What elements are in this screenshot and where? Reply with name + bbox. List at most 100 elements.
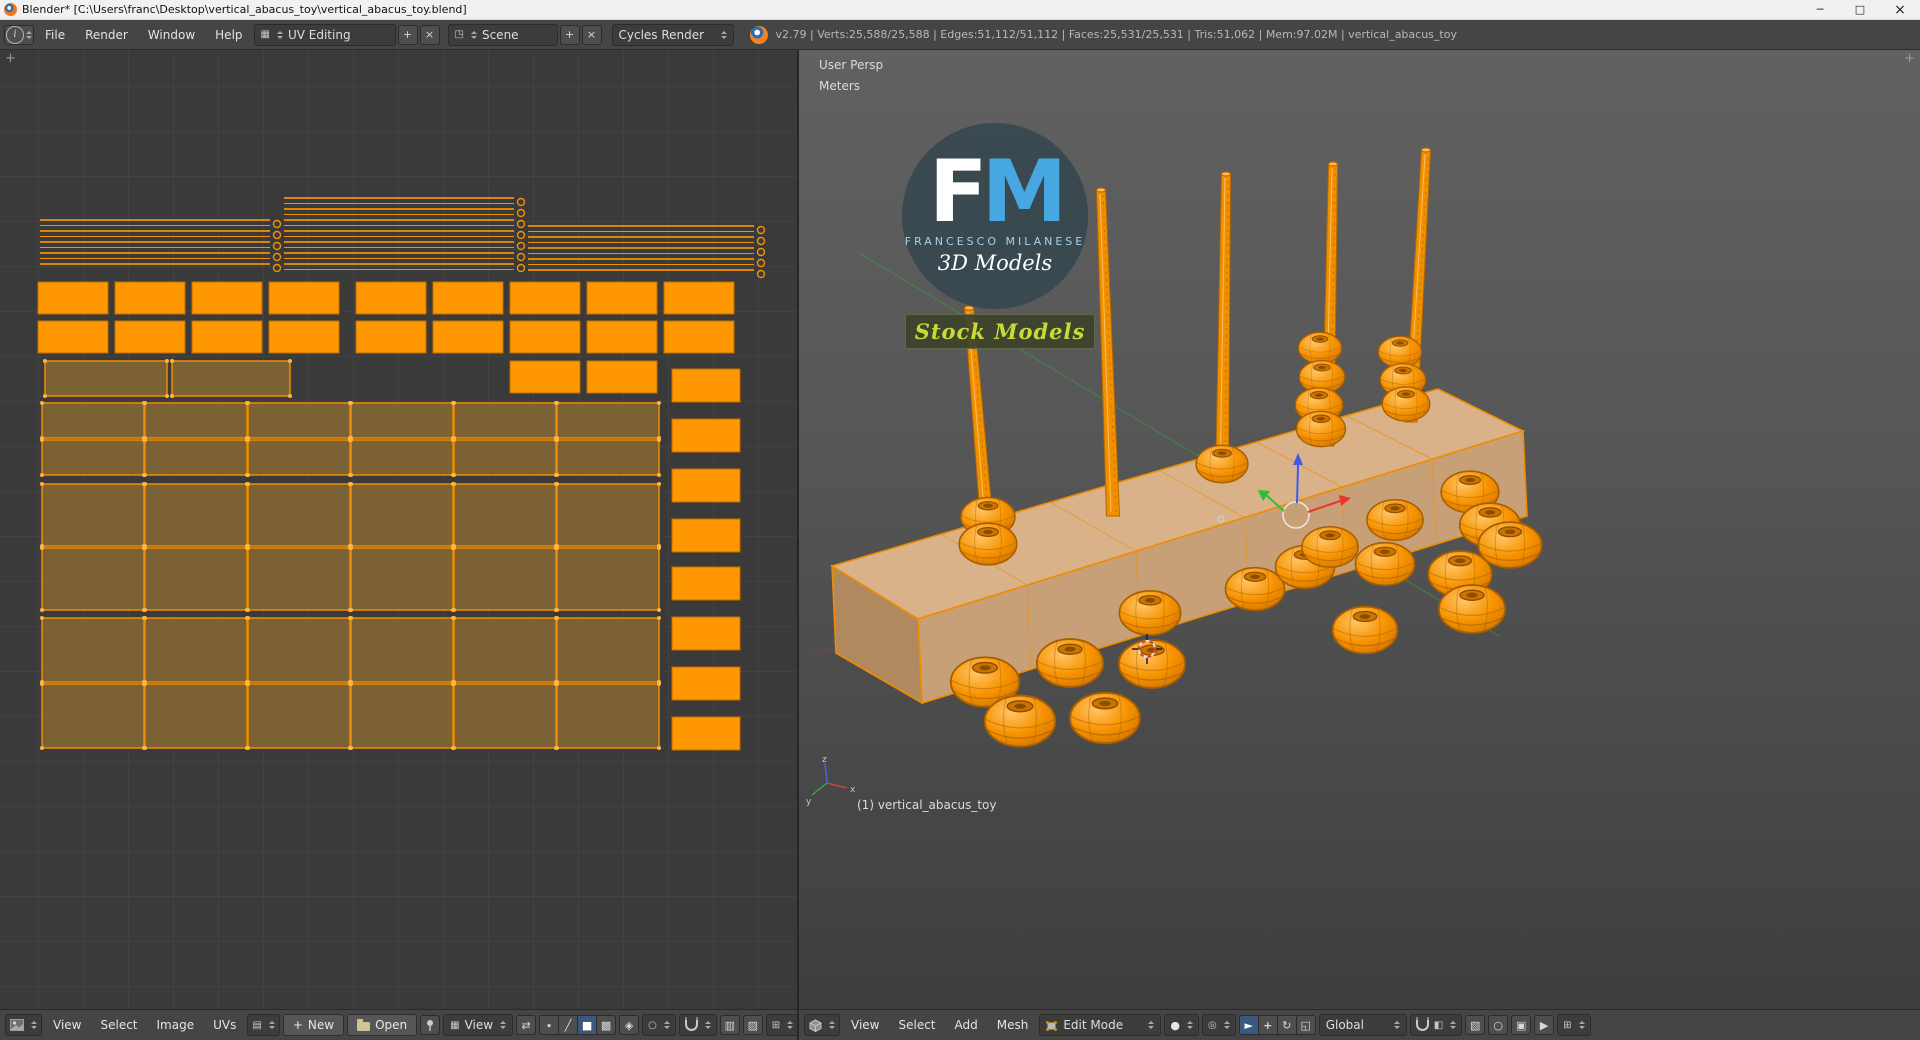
uv-sync-selection-button[interactable]: ⇄ xyxy=(516,1015,537,1035)
close-button[interactable]: × xyxy=(1880,0,1920,20)
snap-dropdown[interactable]: ◧ xyxy=(1409,1014,1463,1036)
window-titlebar: Blender* [C:\Users\franc\Desktop\vertica… xyxy=(0,0,1920,20)
image-open-button[interactable]: Open xyxy=(347,1014,418,1036)
dropdown-arrows-icon xyxy=(1450,1021,1457,1029)
mode-selector[interactable]: Edit Mode xyxy=(1039,1014,1162,1036)
uv-view-dropdown[interactable]: ▦ View xyxy=(443,1014,514,1036)
stock-models-banner: Stock Models xyxy=(905,314,1095,349)
blender-window: Blender* [C:\Users\franc\Desktop\vertica… xyxy=(0,0,1920,1040)
uv-canvas[interactable]: + xyxy=(0,50,797,1009)
logo-fm: F M xyxy=(929,149,1067,235)
menu-window[interactable]: Window xyxy=(139,25,204,45)
opengl-render-anim-button[interactable]: ▶ xyxy=(1534,1015,1555,1035)
dropdown-arrows-icon xyxy=(720,30,727,39)
orientation-selector[interactable]: Global xyxy=(1318,1014,1407,1036)
dropdown-arrows-icon xyxy=(704,1021,711,1029)
viewport-header: View Select Add Mesh Edit Mode ● ◎ ► + ↻… xyxy=(799,1009,1920,1040)
vp-menu-mesh[interactable]: Mesh xyxy=(989,1015,1037,1035)
snap-dropdown[interactable] xyxy=(678,1014,717,1036)
folder-icon xyxy=(357,1018,371,1031)
orientation-label: Global xyxy=(1325,1018,1364,1032)
screen-layout-selector[interactable]: ▦ UV Editing xyxy=(253,23,396,46)
delete-scene-button[interactable]: × xyxy=(581,24,602,45)
dropdown-arrows-icon xyxy=(787,1021,794,1029)
scene-name: Scene xyxy=(481,27,519,42)
uv-islands-graphic xyxy=(37,197,766,751)
magnet-icon xyxy=(684,1016,698,1031)
editor-divider[interactable] xyxy=(797,50,799,1040)
uv-select-mode-group: ∙ ╱ ■ ▩ xyxy=(539,1015,617,1035)
menu-help[interactable]: Help xyxy=(206,25,251,45)
browse-arrows-icon xyxy=(470,30,477,39)
uv-menu-uvs[interactable]: UVs xyxy=(205,1015,244,1035)
vp-menu-view[interactable]: View xyxy=(843,1015,887,1035)
edit-mode-icon xyxy=(1046,1021,1058,1031)
minimize-button[interactable]: ─ xyxy=(1800,0,1840,20)
window-title: Blender* [C:\Users\franc\Desktop\vertica… xyxy=(22,3,467,16)
vp-menu-add[interactable]: Add xyxy=(947,1015,986,1035)
proportional-edit-dropdown[interactable]: ○ xyxy=(642,1014,676,1036)
dropdown-arrows-icon xyxy=(26,30,32,39)
blender-app-icon xyxy=(4,3,17,16)
uv-view-label: View xyxy=(464,1018,494,1032)
display-mode-icon: ▦ xyxy=(450,1019,460,1031)
viewport-3d: User Persp Meters + F M FRANCESCO MILANE… xyxy=(799,50,1920,1040)
view3d-editor-icon xyxy=(809,1018,822,1032)
region-expand-icon[interactable]: + xyxy=(1904,52,1915,65)
solid-shading-icon: ● xyxy=(1170,1018,1180,1032)
viewport-options-dropdown[interactable]: ⊞ xyxy=(1557,1014,1591,1036)
uv-islands xyxy=(37,197,766,751)
uv-display-button-b[interactable]: ▨ xyxy=(742,1015,763,1035)
uv-options-dropdown[interactable]: ⊞ xyxy=(765,1014,800,1036)
editor-type-selector[interactable] xyxy=(5,1014,42,1036)
vertex-select-button[interactable]: ∙ xyxy=(539,1015,560,1035)
open-button-label: Open xyxy=(375,1018,408,1032)
axis-y-label: y xyxy=(806,797,812,807)
image-browse-dropdown[interactable]: ▤ xyxy=(247,1014,280,1036)
logo-subtitle: FRANCESCO MILANESE xyxy=(904,234,1086,248)
browse-arrows-icon xyxy=(276,30,283,39)
region-expand-icon[interactable]: + xyxy=(5,52,16,65)
add-layout-button[interactable]: + xyxy=(397,24,418,45)
dropdown-arrows-icon xyxy=(31,1021,37,1029)
grid-icon: ⊞ xyxy=(771,1019,781,1031)
uv-menu-image[interactable]: Image xyxy=(149,1015,203,1035)
vp-menu-select[interactable]: Select xyxy=(890,1015,943,1035)
delete-layout-button[interactable]: × xyxy=(419,24,440,45)
window-type-button[interactable]: i xyxy=(4,24,34,45)
dropdown-arrows-icon xyxy=(1148,1021,1155,1029)
scale-manipulator-button[interactable]: ◱ xyxy=(1295,1015,1316,1035)
translate-manipulator-button[interactable]: + xyxy=(1257,1015,1278,1035)
image-editor-icon xyxy=(10,1019,24,1031)
magnet-icon xyxy=(1415,1016,1429,1031)
menu-render[interactable]: Render xyxy=(76,25,137,45)
render-engine-selector[interactable]: Cycles Render xyxy=(611,23,734,46)
main-area: + View Select Image UVs ▤ + New Open ▦ V… xyxy=(0,50,1920,1040)
uv-menu-select[interactable]: Select xyxy=(92,1015,145,1035)
face-select-button[interactable]: ■ xyxy=(577,1015,598,1035)
view-name-overlay: User Persp xyxy=(819,58,884,72)
image-new-button[interactable]: + New xyxy=(282,1014,345,1036)
pivot-dropdown[interactable]: ◎ xyxy=(1201,1014,1236,1036)
proportional-edit-button[interactable]: ○ xyxy=(1488,1015,1509,1035)
uv-display-button-a[interactable]: ▥ xyxy=(719,1015,740,1035)
editor-type-selector[interactable] xyxy=(804,1014,840,1036)
manipulator-toggle-button[interactable]: ► xyxy=(1238,1015,1259,1035)
shading-dropdown[interactable]: ● xyxy=(1164,1014,1199,1036)
uv-menu-view[interactable]: View xyxy=(45,1015,89,1035)
add-scene-button[interactable]: + xyxy=(559,24,580,45)
edge-select-button[interactable]: ╱ xyxy=(558,1015,579,1035)
viewport-canvas[interactable]: User Persp Meters + F M FRANCESCO MILANE… xyxy=(799,50,1920,1009)
rotate-manipulator-button[interactable]: ↻ xyxy=(1276,1015,1297,1035)
island-select-button[interactable]: ▩ xyxy=(596,1015,617,1035)
axis-z-label: z xyxy=(822,756,827,765)
pin-image-button[interactable] xyxy=(420,1015,441,1035)
opengl-render-button[interactable]: ▣ xyxy=(1511,1015,1532,1035)
scene-selector[interactable]: ◳ Scene xyxy=(447,23,558,46)
menu-file[interactable]: File xyxy=(36,25,74,45)
sticky-select-button[interactable]: ◈ xyxy=(619,1015,640,1035)
browse-arrows-icon xyxy=(268,1021,275,1029)
maximize-button[interactable]: □ xyxy=(1840,0,1880,20)
occlude-geometry-button[interactable]: ▧ xyxy=(1465,1015,1486,1035)
dropdown-arrows-icon xyxy=(829,1021,835,1029)
